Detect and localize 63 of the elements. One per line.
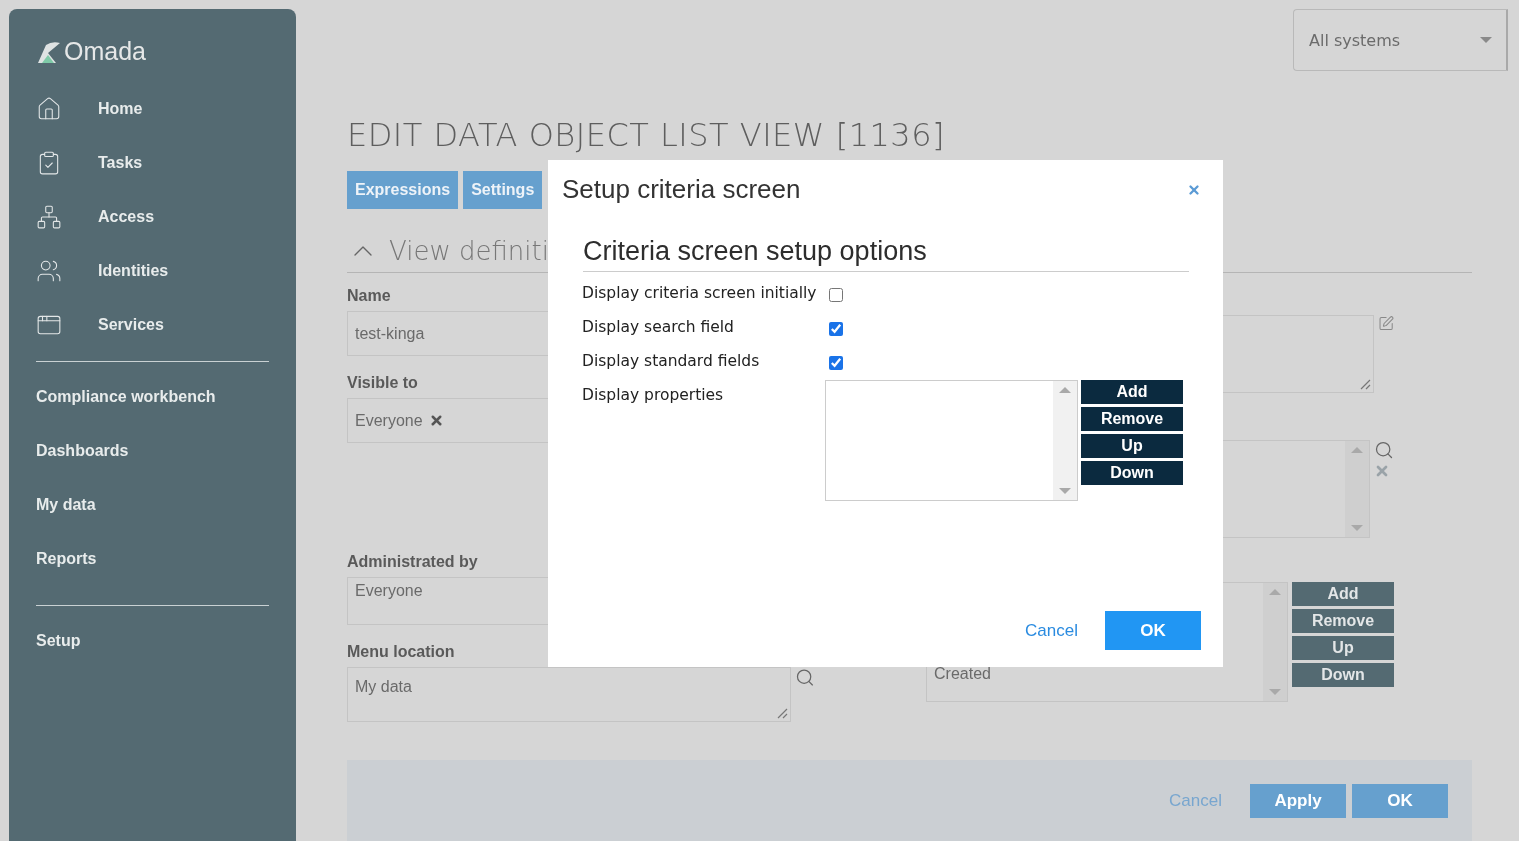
nav-item[interactable]: Tasks bbox=[36, 136, 269, 190]
option-label: Display criteria screen initially bbox=[582, 283, 818, 302]
option-checkbox[interactable] bbox=[829, 322, 843, 336]
field-label: Menu location bbox=[347, 643, 455, 661]
edit-icon[interactable] bbox=[1377, 315, 1394, 332]
nav-item[interactable]: Compliance workbench bbox=[36, 370, 269, 424]
house-icon bbox=[36, 96, 62, 122]
nav-item[interactable]: Services bbox=[36, 298, 269, 352]
resize-grip-icon[interactable] bbox=[776, 707, 789, 719]
tag-label: Everyone bbox=[355, 411, 423, 430]
dialog-heading: Criteria screen setup options bbox=[583, 236, 1189, 272]
cancel-link[interactable]: Cancel bbox=[1025, 620, 1078, 641]
list-item[interactable]: Created bbox=[934, 665, 991, 683]
scroll-down-icon[interactable] bbox=[1269, 689, 1281, 695]
footer-button[interactable]: Apply bbox=[1250, 783, 1346, 818]
nav-item[interactable]: Setup bbox=[36, 614, 269, 668]
users-icon bbox=[36, 258, 62, 284]
list-action-button[interactable]: Add bbox=[1292, 582, 1394, 606]
properties-list[interactable] bbox=[825, 380, 1078, 501]
clear-icon[interactable] bbox=[1374, 463, 1390, 479]
list-action-button[interactable]: Remove bbox=[1292, 609, 1394, 633]
nav-item[interactable]: Identities bbox=[36, 244, 269, 298]
system-select[interactable]: All systems bbox=[1293, 9, 1508, 71]
list-action-button[interactable]: Up bbox=[1081, 434, 1183, 458]
search-icon[interactable] bbox=[1374, 440, 1394, 460]
field-label: Administrated by bbox=[347, 553, 478, 571]
list-action-button[interactable]: Up bbox=[1292, 636, 1394, 660]
list-action-button[interactable]: Down bbox=[1081, 461, 1183, 485]
close-icon[interactable] bbox=[1187, 182, 1201, 197]
tab[interactable]: Settings bbox=[463, 171, 543, 209]
nav-item[interactable]: My data bbox=[36, 478, 269, 532]
list-action-button[interactable]: Add bbox=[1081, 380, 1183, 404]
scroll-up-icon[interactable] bbox=[1059, 387, 1071, 393]
list-action-button[interactable]: Remove bbox=[1081, 407, 1183, 431]
list-action-button[interactable]: Down bbox=[1292, 663, 1394, 687]
resize-grip-icon[interactable] bbox=[1358, 378, 1371, 390]
page-title: EDIT DATA OBJECT LIST VIEW [1136] bbox=[347, 116, 947, 154]
option-checkbox[interactable] bbox=[829, 288, 843, 302]
option-label: Display search field bbox=[582, 317, 735, 336]
network-icon bbox=[36, 204, 62, 230]
nav-item[interactable]: Reports bbox=[36, 532, 269, 586]
footer-button[interactable]: OK bbox=[1352, 783, 1448, 818]
caret-icon bbox=[1480, 37, 1492, 43]
search-icon[interactable] bbox=[795, 667, 815, 688]
option-label: Display properties bbox=[582, 385, 725, 404]
scroll-down-icon[interactable] bbox=[1059, 488, 1071, 494]
field-label: Name bbox=[347, 287, 391, 305]
nav-item[interactable]: Access bbox=[36, 190, 269, 244]
option-checkbox[interactable] bbox=[829, 356, 843, 370]
field-label: Visible to bbox=[347, 374, 418, 392]
ok-button[interactable]: OK bbox=[1105, 611, 1201, 650]
option-label: Display standard fields bbox=[582, 351, 761, 370]
scroll-up-icon[interactable] bbox=[1351, 447, 1363, 453]
tab[interactable]: Expressions bbox=[347, 171, 459, 209]
scroll-down-icon[interactable] bbox=[1351, 525, 1363, 531]
dialog-title: Setup criteria screen bbox=[562, 174, 801, 205]
nav-item[interactable]: Dashboards bbox=[36, 424, 269, 478]
brand-name: Omada bbox=[64, 37, 146, 66]
scroll-up-icon[interactable] bbox=[1269, 589, 1281, 595]
nav-item[interactable]: Home bbox=[36, 82, 269, 136]
logo-icon bbox=[36, 40, 62, 63]
section-title: View definiti bbox=[389, 235, 549, 266]
menu-location-field[interactable]: My data bbox=[347, 667, 792, 722]
